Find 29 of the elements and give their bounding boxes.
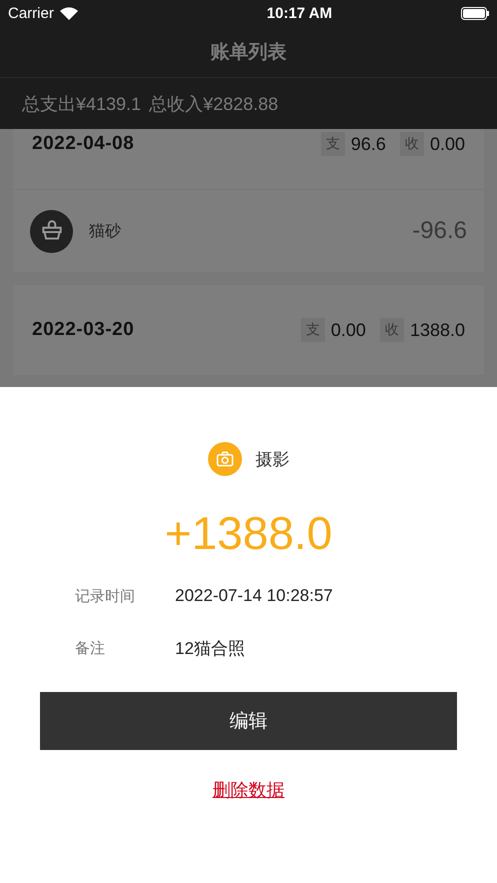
- field-label: 记录时间: [75, 586, 136, 606]
- bill-amount: -96.6: [412, 217, 467, 245]
- battery-icon: [461, 7, 489, 20]
- category-name: 摄影: [256, 448, 290, 470]
- camera-icon: [214, 449, 234, 469]
- field-value: 2022-07-14 10:28:57: [175, 586, 333, 606]
- delete-link[interactable]: 删除数据: [212, 778, 284, 802]
- nav-title: 账单列表: [210, 41, 286, 65]
- day-expense: 96.6: [350, 134, 386, 154]
- carrier-label: Carrier: [8, 5, 54, 22]
- field-value: 12猫合照: [175, 638, 245, 660]
- clock: 10:17 AM: [266, 5, 332, 22]
- wifi-icon: [60, 7, 78, 20]
- edit-button[interactable]: 编辑: [40, 692, 457, 750]
- income-tag: 收: [380, 318, 404, 342]
- date-label: 2022-03-20: [32, 319, 136, 341]
- total-income: 总收入¥2828.88: [149, 92, 278, 116]
- detail-amount: +1388.0: [164, 506, 332, 560]
- day-expense: 0.00: [330, 320, 366, 340]
- bill-row[interactable]: 猫砂 -96.6: [13, 189, 484, 272]
- total-expense: 总支出¥4139.1: [22, 92, 142, 116]
- day-income: 1388.0: [410, 320, 465, 340]
- field-label: 备注: [75, 639, 106, 658]
- date-label: 2022-04-08: [32, 133, 136, 155]
- day-income: 0.00: [430, 134, 465, 154]
- income-tag: 收: [400, 132, 424, 156]
- expense-tag: 支: [300, 318, 325, 342]
- category-name: 猫砂: [89, 222, 122, 242]
- expense-tag: 支: [320, 132, 345, 156]
